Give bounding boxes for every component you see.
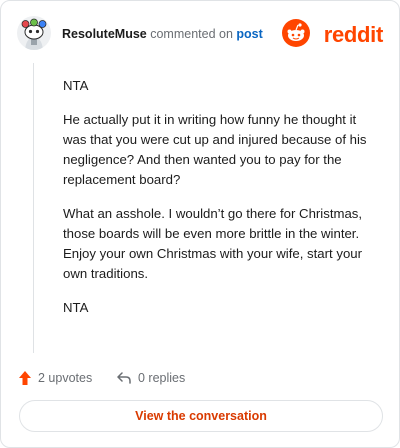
username-link[interactable]: ResoluteMuse: [62, 27, 147, 41]
comment-meta: ResoluteMuse commented on post: [62, 26, 263, 42]
comment-paragraph: NTA: [63, 78, 89, 93]
comment-body: NTA He actually put it in writing how fu…: [63, 76, 373, 332]
reply-count: 0 replies: [138, 371, 186, 385]
post-link[interactable]: post: [236, 27, 262, 41]
comment-embed-card: ResoluteMuse commented on post reddit NT…: [0, 0, 400, 448]
reddit-logo-icon: [282, 19, 310, 47]
comment-paragraph: He actually put it in writing how funny …: [63, 112, 367, 187]
upvote-arrow-icon: [19, 371, 31, 385]
comment-paragraph: NTA: [63, 300, 89, 315]
reply-arrow-icon: [117, 372, 131, 384]
snoo-avatar-icon[interactable]: [17, 16, 51, 50]
thread-line: [33, 63, 34, 353]
upvote-count: 2 upvotes: [38, 371, 93, 385]
view-conversation-button[interactable]: View the conversation: [19, 400, 383, 432]
comment-paragraph: What an asshole. I wouldn’t go there for…: [63, 206, 363, 281]
comment-header: ResoluteMuse commented on post reddit: [17, 16, 383, 52]
upvote-button[interactable]: 2 upvotes: [18, 368, 92, 388]
reddit-wordmark: reddit: [323, 22, 384, 47]
action-text: commented on: [150, 27, 233, 41]
reply-button[interactable]: 0 replies: [116, 368, 185, 388]
